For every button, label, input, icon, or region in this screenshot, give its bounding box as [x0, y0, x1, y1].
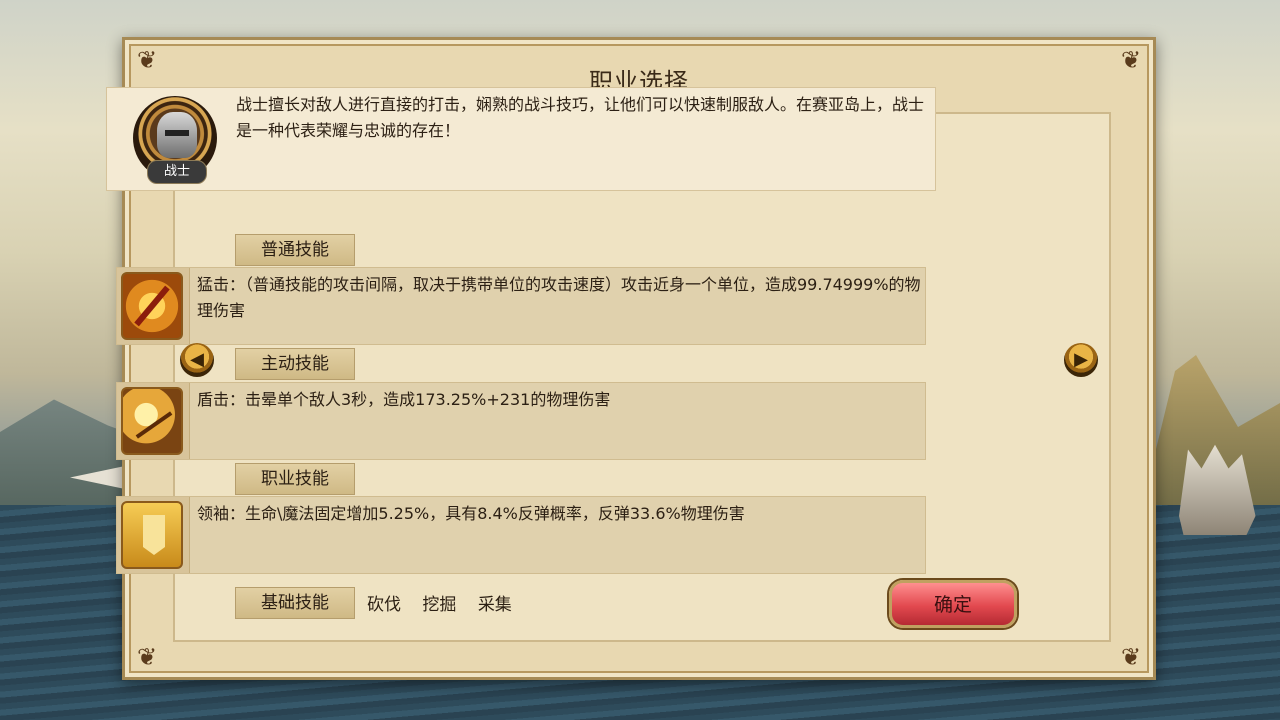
- skill-icon-frame: [117, 268, 190, 344]
- normal-skill-row: 猛击：（普通技能的攻击间隔，取决于携带单位的攻击速度）攻击近身一个单位，造成99…: [116, 267, 926, 345]
- class-skill-text: 领袖：生命\魔法固定增加5.25%，具有8.4%反弹概率，反弹33.6%物理伤害: [197, 504, 745, 523]
- active-skill-row: 盾击：击晕单个敌人3秒，造成173.25%+231的物理伤害: [116, 382, 926, 460]
- active-skill-text: 盾击：击晕单个敌人3秒，造成173.25%+231的物理伤害: [197, 390, 611, 409]
- strike-skill-icon[interactable]: [121, 272, 183, 340]
- basic-skill-item: 砍伐: [367, 595, 401, 615]
- class-badge[interactable]: 战士: [131, 94, 223, 186]
- arrow-left-icon[interactable]: ◀: [180, 343, 214, 377]
- class-skill-tag: 职业技能: [235, 463, 355, 495]
- ornament-bottom-left-icon: ❦: [136, 643, 158, 671]
- normal-skill-tag: 普通技能: [235, 234, 355, 266]
- normal-skill-text: 猛击：（普通技能的攻击间隔，取决于携带单位的攻击速度）攻击近身一个单位，造成99…: [197, 275, 921, 320]
- class-description: 战士擅长对敌人进行直接的打击，娴熟的战斗技巧，让他们可以快速制服敌人。在赛亚岛上…: [236, 95, 925, 140]
- shield-bash-skill-icon[interactable]: [121, 387, 183, 455]
- basic-skill-tag: 基础技能: [235, 587, 355, 619]
- active-skill-tag: 主动技能: [235, 348, 355, 380]
- confirm-button[interactable]: 确定: [889, 580, 1017, 628]
- class-name-label: 战士: [147, 160, 207, 184]
- class-skill-row: 领袖：生命\魔法固定增加5.25%，具有8.4%反弹概率，反弹33.6%物理伤害: [116, 496, 926, 574]
- leader-banner-skill-icon[interactable]: [121, 501, 183, 569]
- basic-skills-list: 砍伐 挖掘 采集: [367, 590, 528, 615]
- helmet-shape: [157, 112, 197, 158]
- skill-icon-frame: [117, 383, 190, 459]
- basic-skill-item: 挖掘: [422, 595, 457, 615]
- basic-skill-item: 采集: [477, 595, 512, 615]
- arrow-right-icon[interactable]: ▶: [1064, 343, 1098, 377]
- ornament-bottom-right-icon: ❦: [1120, 643, 1142, 671]
- skill-icon-frame: [117, 497, 190, 573]
